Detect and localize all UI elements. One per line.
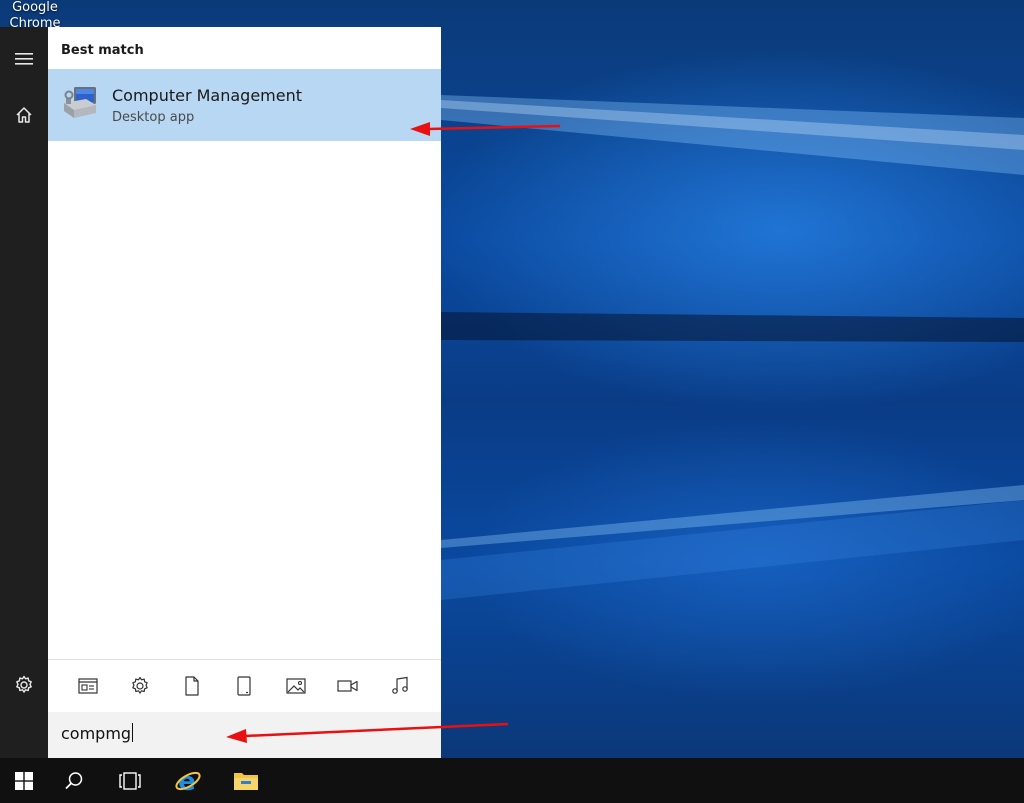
best-match-result[interactable]: Computer Management Desktop app (48, 69, 441, 141)
taskbar: e (0, 758, 1024, 803)
search-icon[interactable] (50, 758, 98, 803)
chrome-desktop-shortcut-label[interactable]: Google Chrome (0, 0, 70, 28)
tablet-filter-icon[interactable] (230, 672, 258, 700)
result-title: Computer Management (112, 86, 303, 105)
apps-filter-icon[interactable] (74, 672, 102, 700)
search-box[interactable]: compmg (48, 712, 441, 758)
search-query-text: compmg (61, 724, 132, 743)
settings-icon[interactable] (0, 661, 48, 709)
windows-start-icon[interactable] (0, 758, 48, 803)
search-filter-bar (48, 659, 441, 712)
videos-filter-icon[interactable] (334, 672, 362, 700)
settings-filter-icon[interactable] (126, 672, 154, 700)
home-icon[interactable] (0, 91, 48, 139)
search-input[interactable]: compmg (61, 723, 134, 743)
svg-text:e: e (178, 767, 196, 795)
result-subtitle: Desktop app (112, 110, 195, 125)
start-menu-rail (0, 27, 48, 758)
music-filter-icon[interactable] (386, 672, 414, 700)
file-explorer-icon[interactable] (222, 758, 270, 803)
search-results-panel: Best match Computer Management Desktop a… (48, 27, 441, 758)
photos-filter-icon[interactable] (282, 672, 310, 700)
documents-filter-icon[interactable] (178, 672, 206, 700)
best-match-header: Best match (61, 43, 144, 58)
computer-management-icon (60, 83, 100, 123)
task-view-icon[interactable] (106, 758, 154, 803)
hamburger-menu-icon[interactable] (0, 35, 48, 83)
desktop-screen: Google Chrome Best match Computer Manage… (0, 0, 1024, 803)
text-caret (132, 723, 134, 742)
internet-explorer-icon[interactable]: e (164, 758, 212, 803)
